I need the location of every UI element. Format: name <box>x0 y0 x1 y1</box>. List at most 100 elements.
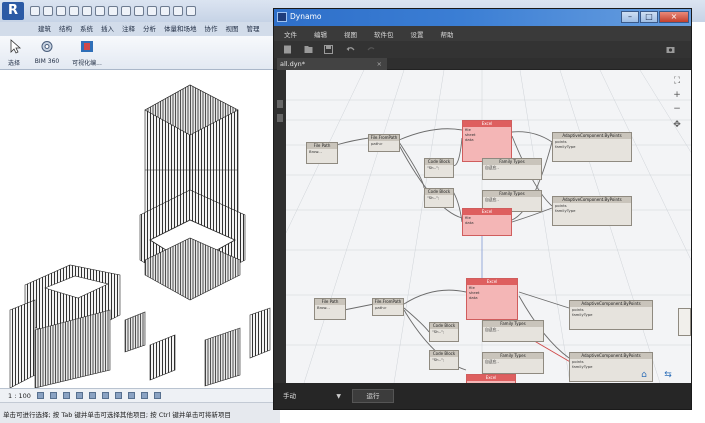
visual-programming-button[interactable]: 可视化编... <box>66 39 108 67</box>
camera-icon[interactable] <box>666 45 675 54</box>
reveal-hidden-icon[interactable] <box>153 392 161 399</box>
menu-view[interactable]: 视图 <box>344 29 357 39</box>
library-sidebar <box>274 70 286 383</box>
file-from-path-node-2[interactable]: File.FromPath path> <box>372 298 404 316</box>
dynamo-canvas[interactable]: File Path Brow... File.FromPath path> Ex… <box>274 70 691 383</box>
revit-ribbon-panel: 选择 BIM 360 可视化编... <box>0 36 280 70</box>
pan-icon[interactable]: ✥ <box>672 120 682 130</box>
revit-logo-button[interactable]: R <box>2 2 24 20</box>
menu-edit[interactable]: 编辑 <box>314 29 327 39</box>
excel-node-1[interactable]: Excel file sheet data <box>462 120 512 162</box>
tab-massing-site[interactable]: 体量和场地 <box>160 22 201 36</box>
code-block-node-3[interactable]: Code Block "Sh.."; <box>429 322 459 342</box>
save-file-icon[interactable] <box>324 45 333 54</box>
background-preview-toggle-icon[interactable]: ⌂ <box>634 370 654 380</box>
open-icon[interactable] <box>30 6 40 16</box>
adaptive-by-points-node-1[interactable]: AdaptiveComponent.ByPoints points familyT… <box>552 132 632 162</box>
revit-3d-viewport[interactable] <box>0 70 280 388</box>
file-from-path-node[interactable]: File.FromPath path> <box>368 134 400 152</box>
text-icon[interactable] <box>121 6 131 16</box>
file-path-node-2[interactable]: File Path Brow... <box>314 298 346 320</box>
library-search-icon[interactable] <box>277 114 283 122</box>
detail-level-icon[interactable] <box>36 392 44 399</box>
temporary-hide-icon[interactable] <box>140 392 148 399</box>
tab-structure[interactable]: 结构 <box>55 22 76 36</box>
tab-analyze[interactable]: 分析 <box>139 22 160 36</box>
close-hidden-icon[interactable] <box>173 6 183 16</box>
quick-access-toolbar <box>30 4 196 18</box>
redo-icon[interactable] <box>69 6 79 16</box>
family-types-node-4[interactable]: Family Types 自适应.. <box>482 352 544 374</box>
run-button[interactable]: 运行 <box>352 389 394 403</box>
modify-select-button[interactable]: 选择 <box>4 39 24 67</box>
bim360-button[interactable]: BIM 360 <box>32 39 62 67</box>
run-mode-select[interactable]: 手动 ▼ <box>280 390 344 403</box>
print-icon[interactable] <box>82 6 92 16</box>
undo-icon[interactable] <box>56 6 66 16</box>
menu-packages[interactable]: 软件包 <box>374 29 394 39</box>
partial-node[interactable] <box>678 308 691 336</box>
menu-settings[interactable]: 设置 <box>411 29 424 39</box>
zoom-out-icon[interactable]: − <box>672 104 682 114</box>
adaptive-by-points-node-2[interactable]: AdaptiveComponent.ByPoints points familyT… <box>552 196 632 226</box>
close-button[interactable]: × <box>659 11 689 23</box>
workspace-tab[interactable]: all.dyn* × <box>277 58 387 70</box>
dynamo-window: Dynamo – □ × 文件 编辑 视图 软件包 设置 帮助 all.dyn*… <box>273 8 692 410</box>
select-label: 选择 <box>7 60 20 67</box>
visual-programming-label: 可视化编... <box>72 60 102 67</box>
view-control-bar: 1 : 100 <box>0 388 280 402</box>
switch-windows-icon[interactable] <box>186 6 196 16</box>
menu-help[interactable]: 帮助 <box>441 29 454 39</box>
crop-view-icon[interactable] <box>101 392 109 399</box>
library-expand-icon[interactable] <box>277 100 283 108</box>
revit-ribbon-tabs: 建筑 结构 系统 插入 注释 分析 体量和场地 协作 视图 管理 <box>0 22 280 36</box>
tab-manage[interactable]: 管理 <box>243 22 264 36</box>
view-scale[interactable]: 1 : 100 <box>8 392 31 400</box>
tab-collaborate[interactable]: 协作 <box>201 22 222 36</box>
code-block-node-4[interactable]: Code Block "Sh.."; <box>429 350 459 370</box>
visual-style-icon[interactable] <box>49 392 57 399</box>
tab-view[interactable]: 视图 <box>222 22 243 36</box>
wireframe-model <box>9 84 271 388</box>
excel-node-2[interactable]: Excel file data <box>462 208 512 236</box>
dimension-icon[interactable] <box>108 6 118 16</box>
tab-insert[interactable]: 插入 <box>97 22 118 36</box>
minimize-button[interactable]: – <box>621 11 639 23</box>
excel-node-4[interactable]: Excel <box>466 374 516 383</box>
code-block-node-2[interactable]: Code Block "Sh.."; <box>424 188 454 208</box>
close-tab-icon[interactable]: × <box>377 58 382 70</box>
lock-3d-icon[interactable] <box>127 392 135 399</box>
render-icon[interactable] <box>88 392 96 399</box>
menu-file[interactable]: 文件 <box>284 29 297 39</box>
graph-view-toggle-icon[interactable]: ⇆ <box>658 370 678 380</box>
hide-crop-icon[interactable] <box>114 392 122 399</box>
family-types-node-1[interactable]: Family Types 自适应.. <box>482 158 542 180</box>
tab-annotate[interactable]: 注释 <box>118 22 139 36</box>
undo-icon[interactable] <box>346 45 355 54</box>
tab-architecture[interactable]: 建筑 <box>34 22 55 36</box>
thin-lines-icon[interactable] <box>160 6 170 16</box>
sun-path-icon[interactable] <box>62 392 70 399</box>
save-icon[interactable] <box>43 6 53 16</box>
bim360-gear-icon <box>41 41 53 52</box>
open-file-icon[interactable] <box>304 45 313 54</box>
excel-node-3[interactable]: Excel file sheet data <box>466 278 518 320</box>
section-icon[interactable] <box>147 6 157 16</box>
node-title: Excel <box>467 375 515 381</box>
adaptive-by-points-node-3[interactable]: AdaptiveComponent.ByPoints points familyT… <box>569 300 653 330</box>
dynamo-titlebar[interactable]: Dynamo – □ × <box>274 9 691 26</box>
tab-systems[interactable]: 系统 <box>76 22 97 36</box>
file-path-node[interactable]: File Path Brow... <box>306 142 338 164</box>
family-types-node-3[interactable]: Family Types 自适应.. <box>482 320 544 342</box>
zoom-fit-icon[interactable]: ⛶ <box>672 76 682 86</box>
zoom-in-icon[interactable]: + <box>672 90 682 100</box>
maximize-button[interactable]: □ <box>640 11 658 23</box>
3d-view-icon[interactable] <box>134 6 144 16</box>
code-block-node-1[interactable]: Code Block "Sh.."; <box>424 158 454 178</box>
redo-icon[interactable] <box>367 45 376 54</box>
cursor-arrow-icon <box>10 39 22 54</box>
chevron-down-icon: ▼ <box>336 393 341 400</box>
shadows-icon[interactable] <box>75 392 83 399</box>
new-file-icon[interactable] <box>283 45 292 54</box>
measure-icon[interactable] <box>95 6 105 16</box>
